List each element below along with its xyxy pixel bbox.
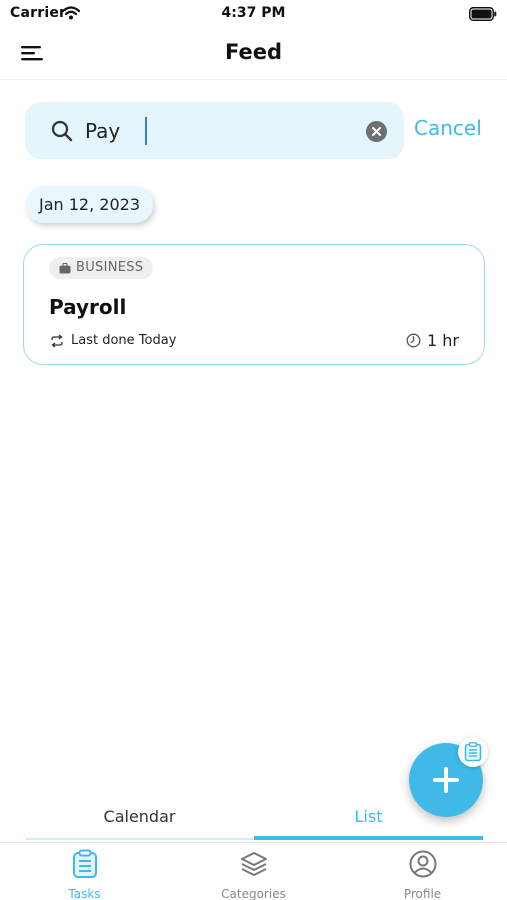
page-title: Feed [224,40,282,64]
task-title: Payroll [49,295,127,319]
repeat-icon [51,333,63,348]
search-bar [25,102,404,159]
layers-icon [240,852,267,876]
search-icon [51,120,73,142]
cancel-search-button[interactable]: Cancel [414,116,482,140]
duration-label: 1 hr [427,331,459,350]
briefcase-icon [59,262,71,273]
clipboard-icon [72,849,97,878]
profile-icon [409,850,436,878]
bottom-tab-bar: Tasks Categories Profile [0,842,507,900]
tab-calendar[interactable]: Calendar [25,800,254,840]
last-done-label: Last done Today [71,333,177,348]
date-chip: Jan 12, 2023 [26,186,153,223]
task-duration: 1 hr [406,331,459,350]
clear-search-button[interactable] [366,121,387,142]
last-done-info: Last done Today [49,333,176,348]
app-header: Feed [0,28,507,80]
task-card[interactable]: BUSINESS Payroll Last done Today 1 hr [23,244,485,365]
fab-badge [458,737,488,767]
battery-icon [469,6,497,21]
tab-profile[interactable]: Profile [338,849,507,900]
clipboard-icon [464,742,482,762]
text-cursor [145,117,147,145]
tab-categories[interactable]: Categories [169,849,338,900]
close-icon [372,127,381,136]
tab-categories-label: Categories [221,887,286,900]
status-time: 4:37 PM [221,5,286,21]
app-screen: Carrier 4:37 PM Feed Pay Cancel Jan 12, … [0,0,507,900]
tab-profile-label: Profile [403,887,442,900]
search-input[interactable] [85,116,355,146]
tab-tasks[interactable]: Tasks [0,849,169,900]
category-label: BUSINESS [76,260,144,275]
tab-tasks-label: Tasks [68,887,101,900]
clock-icon [406,333,421,348]
view-toggle: Calendar List [25,800,483,840]
status-bar: Carrier 4:37 PM [0,0,507,28]
category-badge: BUSINESS [49,257,154,279]
